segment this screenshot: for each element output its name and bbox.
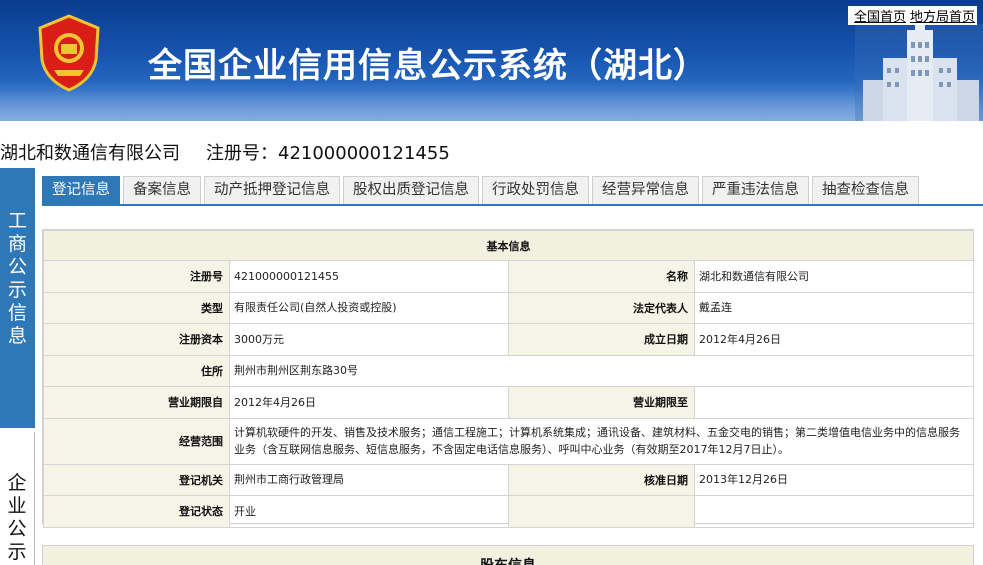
side-tab-char: 公 [7,256,27,278]
field-value: 计算机软硬件的开发、销售及技术服务；通信工程施工；计算机系统集成；通讯设备、建筑… [229,417,974,465]
side-tab-char: 商 [7,233,27,255]
tab-filing[interactable]: 备案信息 [123,176,201,204]
basic-info-panel: 基本信息 注册号 421000000121455 名称 湖北和数通信有限公司 类… [42,229,974,528]
table-caption-row: 基本信息 [43,230,974,261]
link-local-home[interactable]: 地方局首页 [910,10,975,25]
field-value: 2013年12月26日 [694,463,974,496]
page-title: 全国企业信用信息公示系统（湖北） [148,46,708,86]
table-row: 注册资本 3000万元 成立日期 2012年4月26日 [43,323,974,356]
field-label: 经营范围 [43,417,230,465]
top-links: 全国首页 地方局首页 [847,6,977,25]
side-tab-char: 息 [7,325,27,347]
tab-abnormal-operation[interactable]: 经营异常信息 [592,176,699,204]
field-label: 营业期限自 [43,386,230,419]
field-value: 2012年4月26日 [694,323,974,356]
side-tab-business-publicity[interactable]: 工 商 公 示 信 息 [0,168,35,428]
tab-equity-pledge[interactable]: 股权出质登记信息 [343,176,479,204]
registration-number: 注册号：421000000121455 [206,143,450,164]
table-row: 住所 荆州市荆州区荆东路30号 [43,354,974,387]
field-label: 类型 [43,291,230,324]
field-value: 荆州市工商行政管理局 [229,463,509,496]
field-label: 住所 [43,354,230,387]
field-label [508,495,695,528]
building-icon [855,24,983,121]
field-label: 核准日期 [508,463,695,496]
national-emblem-icon [38,14,100,92]
side-tab-char: 示 [7,541,27,563]
field-value [694,386,974,419]
company-name: 湖北和数通信有限公司 [0,143,180,164]
table-row: 注册号 421000000121455 名称 湖北和数通信有限公司 [43,260,974,293]
tab-chattel-mortgage[interactable]: 动产抵押登记信息 [204,176,340,204]
shareholder-info-caption: 股东信息 [43,546,973,565]
field-value: 荆州市荆州区荆东路30号 [229,354,974,387]
basic-info-caption: 基本信息 [43,230,974,261]
field-label: 登记状态 [43,495,230,528]
shareholder-info-panel: 股东信息 [42,545,974,565]
table-row: 登记机关 荆州市工商行政管理局 核准日期 2013年12月26日 [43,463,974,496]
basic-info-table: 基本信息 注册号 421000000121455 名称 湖北和数通信有限公司 类… [43,230,974,528]
field-label: 注册号 [43,260,230,293]
table-row: 营业期限自 2012年4月26日 营业期限至 [43,386,974,419]
tab-underline [42,204,983,206]
field-label: 名称 [508,260,695,293]
tab-registration[interactable]: 登记信息 [42,176,120,204]
side-tab-char: 示 [7,279,27,301]
field-value: 2012年4月26日 [229,386,509,419]
tab-serious-violation[interactable]: 严重违法信息 [702,176,809,204]
table-row: 经营范围 计算机软硬件的开发、销售及技术服务；通信工程施工；计算机系统集成；通讯… [43,417,974,465]
field-label: 法定代表人 [508,291,695,324]
side-tab-char: 公 [7,518,27,540]
side-tab-enterprise-publicity[interactable]: 企 业 公 示 [0,432,35,565]
link-national-home[interactable]: 全国首页 [854,10,906,25]
table-row: 登记状态 开业 [43,495,974,528]
field-label: 注册资本 [43,323,230,356]
company-heading: 湖北和数通信有限公司 注册号：421000000121455 [0,139,450,165]
side-tab-char: 业 [7,495,27,517]
field-value: 有限责任公司(自然人投资或控股) [229,291,509,324]
tab-administrative-penalty[interactable]: 行政处罚信息 [482,176,589,204]
field-value: 戴孟连 [694,291,974,324]
field-value [694,495,974,528]
banner-swoosh [0,81,983,121]
field-value: 湖北和数通信有限公司 [694,260,974,293]
header-banner: 全国企业信用信息公示系统（湖北） 全国首页 地方局首页 [0,0,983,121]
side-tab-char: 企 [7,472,27,494]
side-tab-char: 工 [7,210,27,232]
field-value: 3000万元 [229,323,509,356]
field-label: 登记机关 [43,463,230,496]
tab-spot-check[interactable]: 抽查检查信息 [812,176,919,204]
field-label: 营业期限至 [508,386,695,419]
field-value: 421000000121455 [229,260,509,293]
side-tab-char: 信 [7,302,27,324]
field-label: 成立日期 [508,323,695,356]
field-value: 开业 [229,495,509,528]
info-tabs: 登记信息 备案信息 动产抵押登记信息 股权出质登记信息 行政处罚信息 经营异常信… [42,176,922,204]
table-row: 类型 有限责任公司(自然人投资或控股) 法定代表人 戴孟连 [43,291,974,324]
